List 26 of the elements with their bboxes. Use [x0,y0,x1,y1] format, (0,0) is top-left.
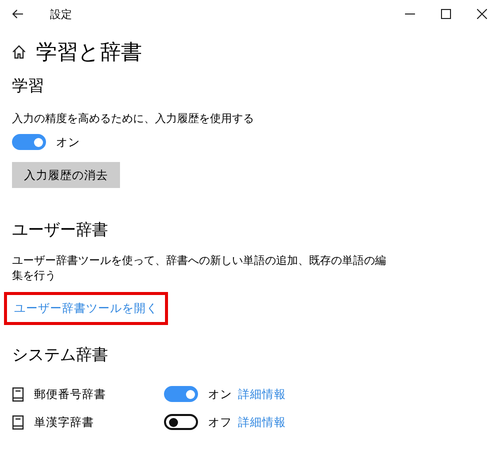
toggle-switch[interactable] [164,386,198,402]
description-text: 入力の精度を高めるために、入力履歴を使用する [12,111,255,126]
dictionary-name: 郵便番号辞書 [34,386,107,402]
book-icon [12,386,24,402]
details-link[interactable]: 詳細情報 [238,414,286,430]
page-title: 学習と辞書 [36,39,142,66]
window-title: 設定 [50,6,73,22]
home-icon[interactable] [12,45,26,59]
toggle-state-label: オン [208,386,233,402]
section-heading: ユーザー辞書 [12,220,109,241]
close-icon[interactable] [477,9,487,19]
section-heading: システム辞書 [12,345,109,366]
clear-history-button[interactable]: 入力履歴の消去 [12,162,120,188]
open-tool-link[interactable]: ユーザー辞書ツールを開く [4,292,168,325]
description-text: ユーザー辞書ツールを使って、辞書への新しい単語の追加、既存の単語の編集を行う [12,253,387,283]
book-icon [12,414,24,430]
minimize-icon[interactable] [405,13,415,15]
back-icon[interactable] [12,9,24,19]
toggle-state-label: オフ [208,414,233,430]
toggle-state-label: オン [56,134,81,150]
dictionary-name: 単漢字辞書 [34,414,95,430]
section-heading: 学習 [12,76,45,97]
toggle-switch[interactable] [164,414,198,430]
maximize-icon[interactable] [441,9,451,19]
toggle-switch[interactable] [12,134,46,150]
details-link[interactable]: 詳細情報 [238,386,286,402]
